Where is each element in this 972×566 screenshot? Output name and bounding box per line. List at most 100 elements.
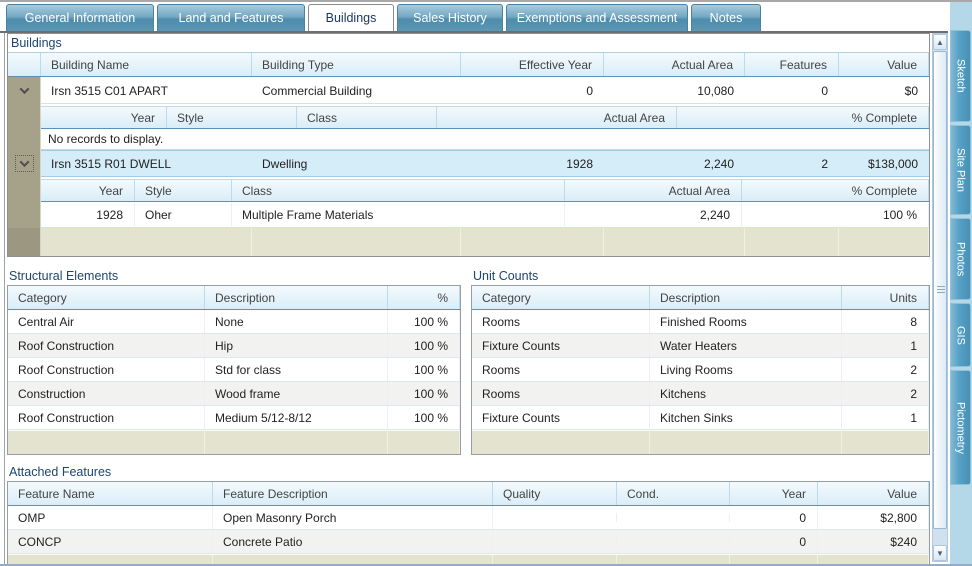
- sub-column-header[interactable]: % Complete: [742, 180, 929, 201]
- tab-notes[interactable]: Notes: [691, 4, 761, 31]
- side-tab-photos[interactable]: Photos: [950, 218, 971, 300]
- scroll-down-arrow-icon[interactable]: ▼: [933, 545, 947, 561]
- table-row[interactable]: CONCP Concrete Patio 0 $240: [8, 530, 929, 554]
- scroll-up-arrow-icon[interactable]: ▲: [933, 34, 947, 50]
- attached-features-column-header[interactable]: Feature Name: [8, 482, 213, 505]
- sub-column-header[interactable]: Style: [135, 180, 232, 201]
- table-row[interactable]: Rooms Living Rooms 2: [472, 358, 929, 382]
- sub-column-header[interactable]: Actual Area: [437, 107, 677, 128]
- side-tab-label: Photos: [954, 241, 967, 277]
- table-row[interactable]: Fixture Counts Water Heaters 1: [472, 334, 929, 358]
- footer-cell: [842, 431, 929, 454]
- attached-features-column-header[interactable]: Year: [730, 482, 818, 505]
- expand-row-button[interactable]: [14, 155, 34, 172]
- structural-footer: [8, 430, 460, 454]
- column-header[interactable]: Actual Area: [604, 53, 745, 76]
- building-rows: Irsn 3515 C01 APART Commercial Building 0 1…: [41, 77, 929, 150]
- footer-cell: [41, 228, 252, 256]
- footer-cell: [617, 555, 730, 564]
- column-header[interactable]: Building Name: [41, 53, 252, 76]
- unit-counts-section: Unit Counts Category Description Units Room…: [471, 267, 930, 455]
- column-header[interactable]: Features: [745, 53, 839, 76]
- sub-column-header[interactable]: Actual Area: [565, 180, 742, 201]
- sub-column-header[interactable]: Class: [297, 107, 437, 128]
- table-row[interactable]: Rooms Finished Rooms 8: [472, 310, 929, 334]
- sub-column-header[interactable]: Class: [232, 180, 565, 201]
- table-row[interactable]: Fixture Counts Kitchen Sinks 1: [472, 406, 929, 430]
- unit-counts-cell: Rooms: [472, 382, 650, 405]
- sub-column-header[interactable]: % Complete: [677, 107, 929, 128]
- structural-elements-section: Structural Elements Category Description%…: [7, 267, 461, 455]
- tab-land-and-features[interactable]: Land and Features: [157, 4, 305, 31]
- unit-counts-column-header[interactable]: Units: [842, 286, 929, 309]
- unit-counts-column-header[interactable]: Category: [472, 286, 650, 309]
- footer-cell: [472, 431, 650, 454]
- table-row[interactable]: Central Air None 100 %: [8, 310, 460, 334]
- scrollbar-thumb[interactable]: [933, 51, 947, 529]
- structural-cell: None: [205, 310, 388, 333]
- tab-exemptions-and-assessment[interactable]: Exemptions and Assessment: [506, 4, 688, 31]
- table-row[interactable]: Irsn 3515 R01 DWELL Dwelling 1928 2,240 2 $13…: [41, 150, 929, 177]
- column-header[interactable]: Building Type: [252, 53, 461, 76]
- side-tab-sketch[interactable]: Sketch: [950, 30, 971, 122]
- structural-column-header[interactable]: Description: [205, 286, 388, 309]
- table-row[interactable]: OMP Open Masonry Porch 0 $2,800: [8, 506, 929, 530]
- footer-cell: [818, 555, 929, 564]
- building-cell: $138,000: [867, 157, 918, 171]
- attached-features-cell: $240: [818, 530, 929, 553]
- side-tab-strip: Sketch Site Plan Photos GIS Pictometry: [950, 2, 972, 564]
- table-row[interactable]: Roof Construction Hip 100 %: [8, 334, 460, 358]
- building-rows: Irsn 3515 R01 DWELL Dwelling 1928 2,240 2 $13…: [41, 150, 929, 228]
- attached-features-column-header[interactable]: Cond.: [617, 482, 730, 505]
- footer-cell: [252, 228, 461, 256]
- tab-buildings[interactable]: Buildings: [308, 4, 394, 31]
- sub-column-header[interactable]: Year: [41, 107, 167, 128]
- unit-counts-cell: Living Rooms: [650, 358, 842, 381]
- attached-features-column-header[interactable]: Quality: [493, 482, 617, 505]
- unit-counts-cell: Kitchen Sinks: [650, 406, 842, 429]
- structural-column-header[interactable]: Category: [8, 286, 205, 309]
- unit-counts-cell: 2: [842, 358, 929, 381]
- side-tab-label: GIS: [954, 325, 967, 345]
- attached-features-column-header[interactable]: Feature Description: [213, 482, 493, 505]
- structural-elements-table: Category Description% Central Air None 100 %…: [7, 285, 461, 455]
- attached-features-table: Feature Name Feature Description Quality Co…: [7, 481, 930, 564]
- sub-column-header[interactable]: Style: [167, 107, 297, 128]
- structural-cell: Hip: [205, 334, 388, 357]
- footer-cell: [205, 431, 388, 454]
- column-header[interactable]: Effective Year: [461, 53, 604, 76]
- side-tab-gis[interactable]: GIS: [950, 303, 971, 367]
- unit-counts-cell: Rooms: [472, 358, 650, 381]
- unit-counts-cell: 1: [842, 334, 929, 357]
- footer-cell: [8, 431, 205, 454]
- unit-counts-cell: 2: [842, 382, 929, 405]
- structural-column-header[interactable]: %: [388, 286, 460, 309]
- vertical-scrollbar[interactable]: ▲ ▼: [932, 33, 948, 562]
- tab-bar: General Information Land and Features Buil…: [6, 4, 761, 31]
- footer-cell: [604, 228, 745, 256]
- unit-counts-cell: Finished Rooms: [650, 310, 842, 333]
- footer-cell: [213, 555, 493, 564]
- buildings-grid: Building Name Building Type Effective Year…: [8, 52, 929, 256]
- column-header[interactable]: Value: [839, 53, 929, 76]
- tab-sales-history[interactable]: Sales History: [397, 4, 503, 31]
- sub-cell: 1928: [41, 203, 135, 226]
- table-row[interactable]: Irsn 3515 C01 APART Commercial Building 0 1…: [41, 77, 929, 104]
- table-row[interactable]: Roof Construction Std for class 100 %: [8, 358, 460, 382]
- expand-row-button[interactable]: [16, 83, 33, 98]
- structural-cell: 100 %: [388, 310, 460, 333]
- tab-general-information[interactable]: General Information: [6, 4, 154, 31]
- attached-features-cell: Concrete Patio: [213, 530, 493, 553]
- buildings-section-label: Buildings: [11, 36, 62, 50]
- structural-cell: 100 %: [388, 334, 460, 357]
- sub-table-row[interactable]: 1928 Oher Multiple Frame Materials 2,240 100…: [41, 202, 929, 228]
- table-row[interactable]: Construction Wood frame 100 %: [8, 382, 460, 406]
- side-tab-pictometry[interactable]: Pictometry: [950, 370, 971, 485]
- table-row[interactable]: Rooms Kitchens 2: [472, 382, 929, 406]
- attached-features-column-header[interactable]: Value: [818, 482, 929, 505]
- footer-cell: [730, 555, 818, 564]
- unit-counts-column-header[interactable]: Description: [650, 286, 842, 309]
- table-row[interactable]: Roof Construction Medium 5/12-8/12 100 %: [8, 406, 460, 430]
- sub-column-header[interactable]: Year: [41, 180, 135, 201]
- side-tab-site-plan[interactable]: Site Plan: [950, 125, 971, 215]
